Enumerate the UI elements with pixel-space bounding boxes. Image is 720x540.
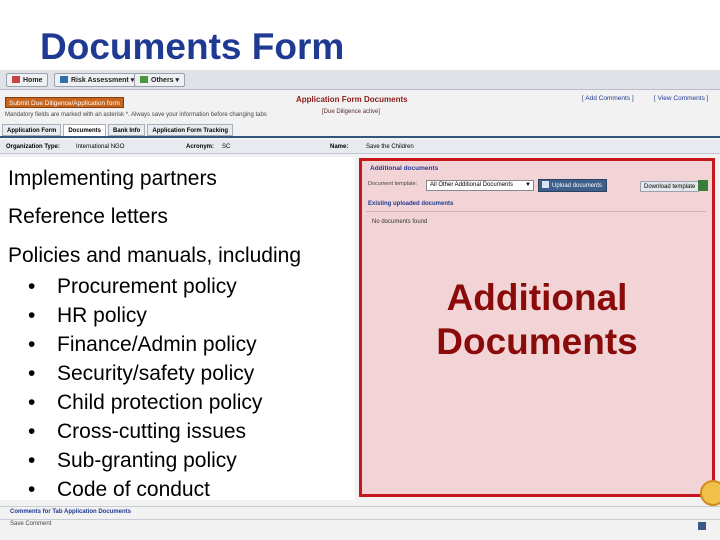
list-item: • HR policy xyxy=(0,301,262,330)
top-nav-bar: Home Risk Assessment ▾ Others ▾ xyxy=(0,70,720,90)
bullet-icon: • xyxy=(28,420,36,443)
add-comments-link[interactable]: [ Add Comments ] xyxy=(582,95,634,102)
reference-letters-text: Reference letters xyxy=(8,205,168,228)
list-item-label: Child protection policy xyxy=(57,391,263,414)
panel-caption-line1: Additional xyxy=(446,277,628,318)
bullet-icon: • xyxy=(28,449,36,472)
page-title: Application Form Documents xyxy=(296,95,408,104)
list-item-label: Sub-granting policy xyxy=(57,449,237,472)
list-item-label: Finance/Admin policy xyxy=(57,333,257,356)
document-template-select[interactable]: All Other Additional Documents ▼ xyxy=(426,180,534,191)
existing-documents-header: Existing uploaded documents xyxy=(368,201,454,207)
status-text: [Due Diligence active] xyxy=(322,109,381,115)
save-icon[interactable] xyxy=(698,522,706,530)
tab-application-form[interactable]: Application Form xyxy=(2,124,62,136)
acronym-value: SC xyxy=(222,144,231,150)
tab-bank-info[interactable]: Bank Info xyxy=(108,124,146,136)
upload-icon xyxy=(542,181,549,188)
list-item: • Child protection policy xyxy=(0,388,262,417)
select-value: All Other Additional Documents xyxy=(430,182,514,188)
document-template-label: Document template: xyxy=(368,181,418,187)
chevron-down-icon: ▼ xyxy=(525,182,531,188)
help-widget-icon[interactable] xyxy=(700,480,720,506)
bullet-icon: • xyxy=(28,391,36,414)
home-button[interactable]: Home xyxy=(6,73,49,87)
view-comments-link[interactable]: [ View Comments ] xyxy=(654,95,708,102)
list-item-label: Security/safety policy xyxy=(57,362,255,385)
policy-list: • Procurement policy • HR policy • Finance/… xyxy=(0,272,262,504)
tab-divider xyxy=(0,136,720,138)
bullet-icon: • xyxy=(28,362,36,385)
policies-intro-text: Policies and manuals, including xyxy=(8,244,302,267)
submit-application-button[interactable]: Submit Due Diligence/Application form xyxy=(5,97,124,108)
bullet-icon: • xyxy=(28,304,36,327)
list-item: • Code of conduct xyxy=(0,475,262,504)
others-label: Others ▾ xyxy=(151,77,180,84)
organization-bar: Organization Type: International NGO Acr… xyxy=(0,140,720,154)
comments-header: Comments for Tab Application Documents xyxy=(0,506,720,516)
acronym-label: Acronym: xyxy=(186,144,215,150)
upload-documents-button[interactable]: Upload documents xyxy=(538,179,608,192)
tab-application-form-tracking[interactable]: Application Form Tracking xyxy=(147,124,234,136)
slide-title: Documents Form xyxy=(40,26,345,67)
org-name-label: Name: xyxy=(330,144,349,150)
list-item-label: Procurement policy xyxy=(57,275,237,298)
org-type-value: International NGO xyxy=(76,144,125,150)
list-item: • Sub-granting policy xyxy=(0,446,262,475)
excel-icon[interactable] xyxy=(698,180,708,191)
implementing-partners-text: Implementing partners xyxy=(8,167,217,190)
panel-divider xyxy=(366,211,706,212)
download-template-button[interactable]: Download template xyxy=(640,181,700,192)
panel-header: Additional documents xyxy=(370,165,439,172)
list-item-label: Cross-cutting issues xyxy=(57,420,247,443)
list-item: • Finance/Admin policy xyxy=(0,330,262,359)
risk-assessment-menu[interactable]: Risk Assessment ▾ xyxy=(54,73,141,87)
left-text-box: Implementing partners Reference letters … xyxy=(0,157,355,501)
panel-caption: Additional Documents xyxy=(362,276,712,364)
list-item: • Security/safety policy xyxy=(0,359,262,388)
additional-documents-panel: Additional documents Document template: … xyxy=(359,158,715,497)
mandatory-note: Mandatory fields are marked with an aste… xyxy=(5,112,267,118)
no-documents-text: No documents found xyxy=(372,219,428,225)
list-item-label: HR policy xyxy=(57,304,147,327)
upload-label: Upload documents xyxy=(552,183,603,189)
others-menu[interactable]: Others ▾ xyxy=(134,73,186,87)
list-item-label: Code of conduct xyxy=(57,478,210,501)
bullet-icon: • xyxy=(28,333,36,356)
org-type-label: Organization Type: xyxy=(6,144,60,150)
comments-divider xyxy=(0,519,720,520)
risk-assessment-label: Risk Assessment ▾ xyxy=(71,77,135,84)
bullet-icon: • xyxy=(28,275,36,298)
save-comment-button[interactable]: Save Comment xyxy=(10,521,51,527)
home-icon xyxy=(12,76,20,83)
home-label: Home xyxy=(23,77,43,84)
bullet-icon: • xyxy=(28,478,36,501)
list-item: • Cross-cutting issues xyxy=(0,417,262,446)
org-name-value: Save the Children xyxy=(366,144,414,150)
list-item: • Procurement policy xyxy=(0,272,262,301)
tab-bar: Application Form Documents Bank Info App… xyxy=(2,124,234,138)
others-icon xyxy=(140,76,148,83)
panel-caption-line2: Documents xyxy=(436,321,638,362)
risk-icon xyxy=(60,76,68,83)
